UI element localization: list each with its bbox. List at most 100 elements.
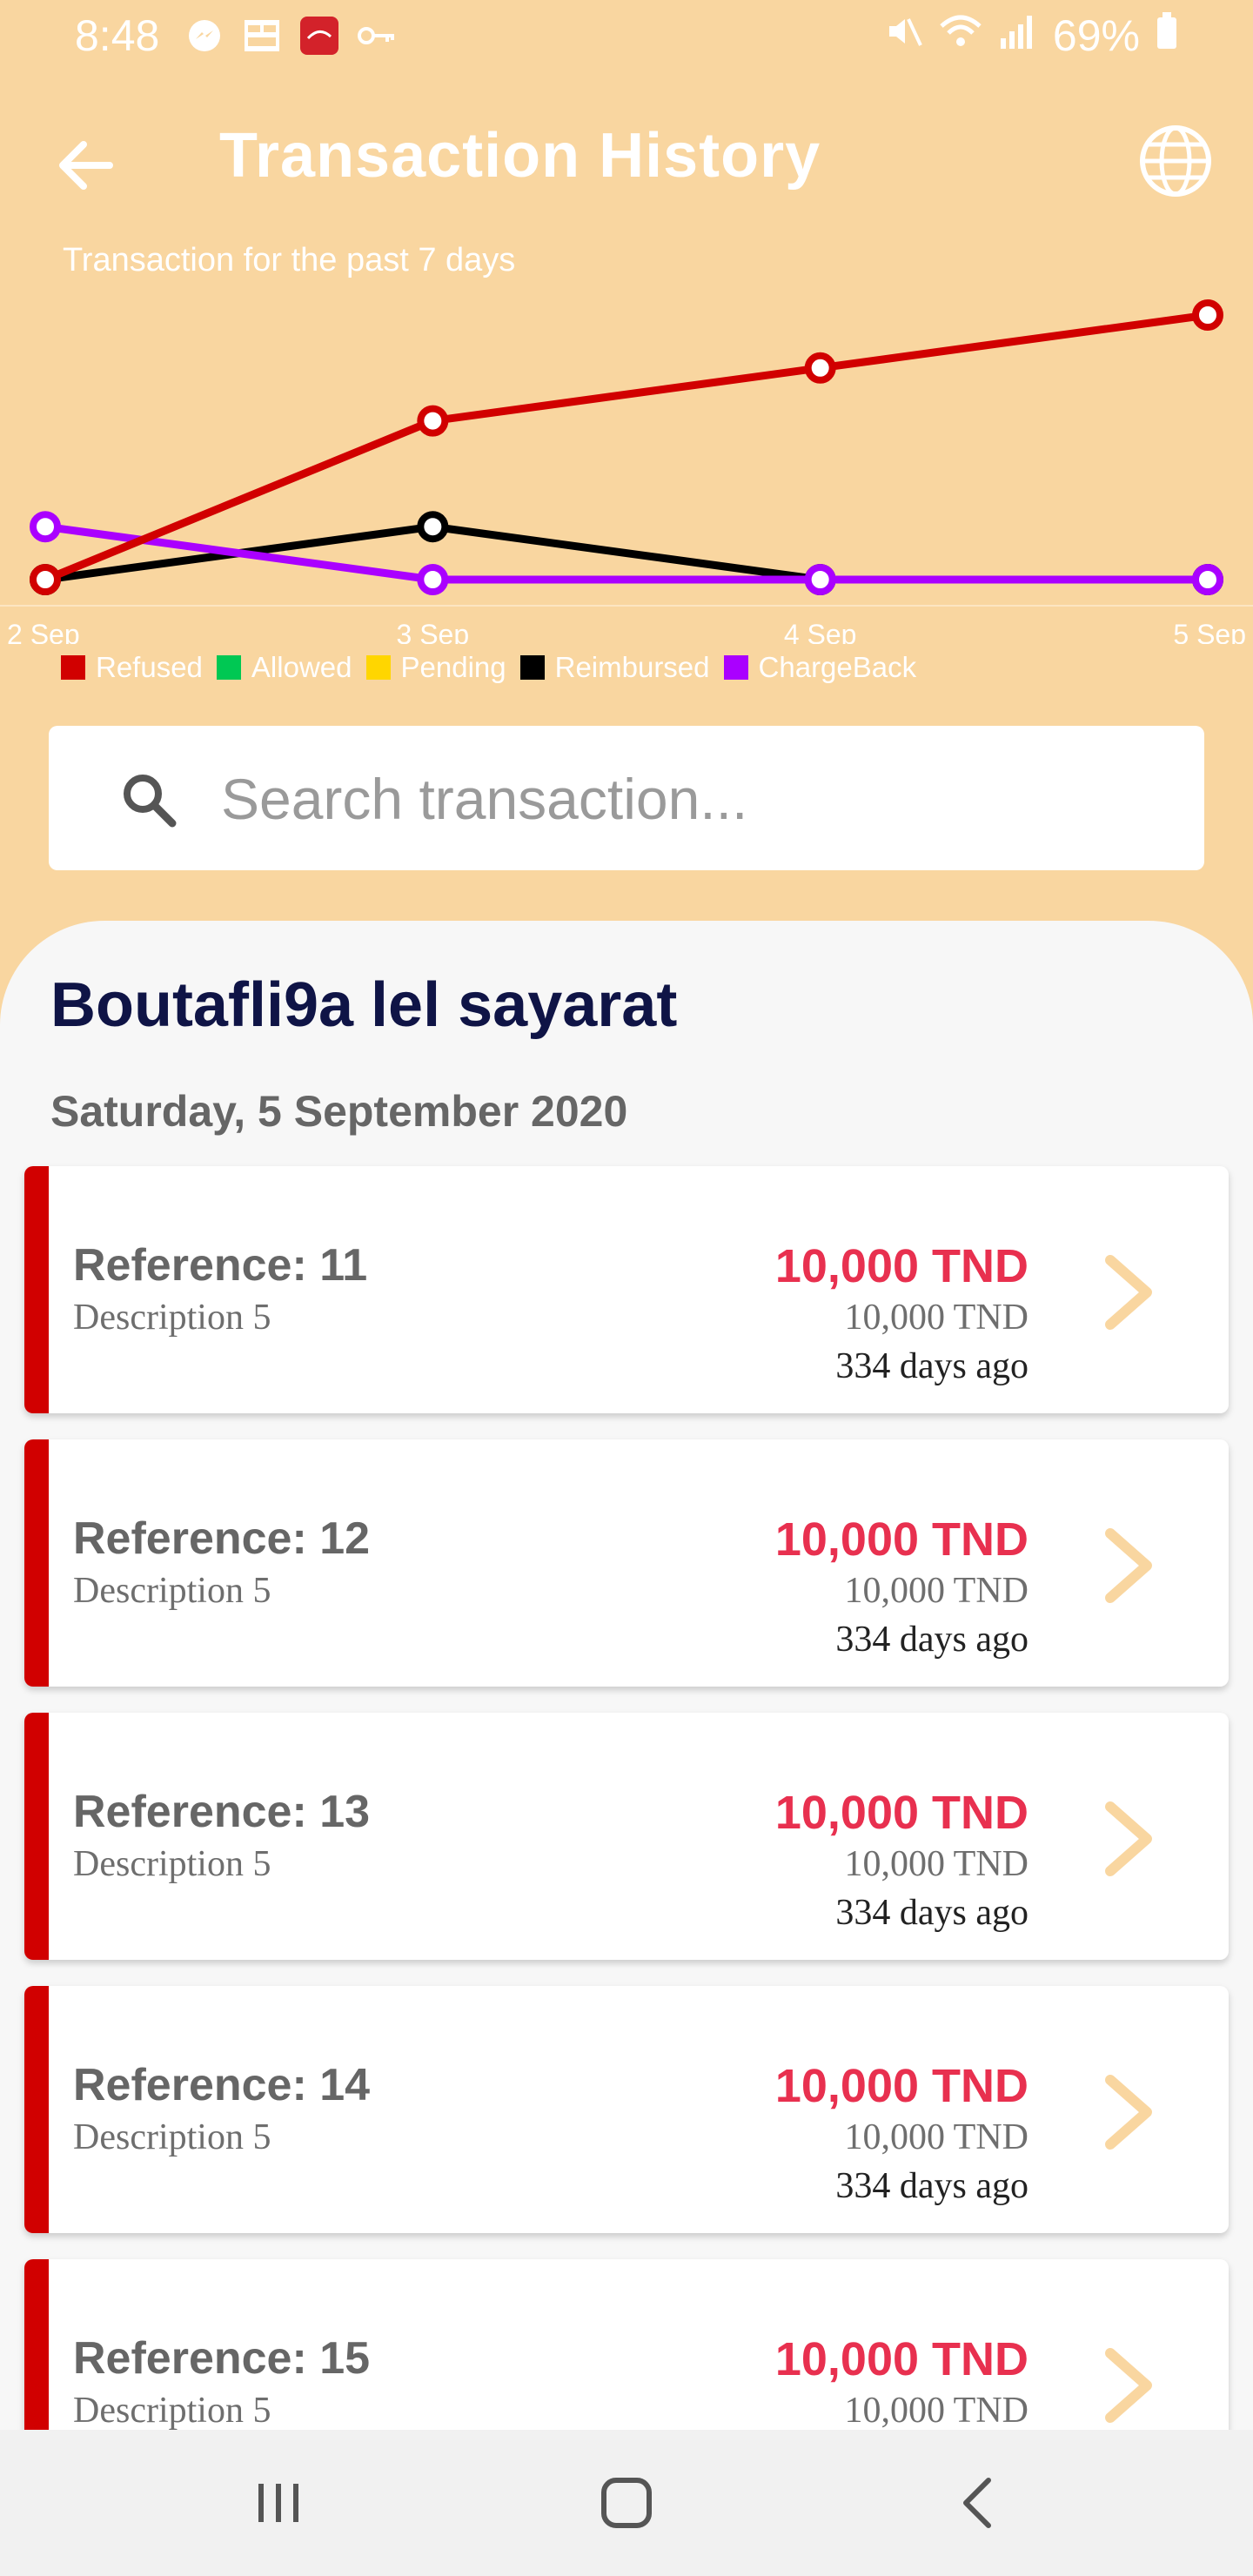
- transaction-card[interactable]: Reference: 13 Description 5 10,000 TND 1…: [24, 1713, 1229, 1960]
- data-point-refused: [30, 564, 61, 595]
- transaction-amount: 10,000 TND: [774, 2333, 1029, 2385]
- data-point-refused: [804, 352, 836, 384]
- transaction-amount: 10,000 TND: [774, 2060, 1029, 2112]
- transaction-time-ago: 334 days ago: [835, 1620, 1029, 1660]
- system-nav-bar: [0, 2430, 1253, 2576]
- arrow-left-icon: [59, 141, 113, 190]
- battery-icon: [1156, 10, 1178, 61]
- date-heading: Saturday, 5 September 2020: [50, 1087, 628, 1136]
- transaction-card[interactable]: Reference: 11 Description 5 10,000 TND 1…: [24, 1166, 1229, 1413]
- transaction-amount-secondary: 10,000 TND: [844, 1844, 1029, 1884]
- legend-swatch: [61, 655, 85, 680]
- transaction-description: Description 5: [73, 2391, 271, 2431]
- app-badge-icon: [299, 16, 339, 56]
- transaction-amount: 10,000 TND: [774, 1787, 1029, 1839]
- messenger-icon: [184, 16, 224, 56]
- language-button[interactable]: [1136, 122, 1215, 200]
- legend-item-allowed: Allowed: [216, 651, 352, 684]
- series-line-refused: [44, 311, 1209, 584]
- data-point-chargeback: [30, 511, 61, 543]
- recent-apps-icon: [258, 2484, 298, 2522]
- legend-label: Allowed: [251, 651, 352, 683]
- recent-apps-button[interactable]: [244, 2468, 313, 2538]
- status-stripe: [24, 1713, 49, 1960]
- grid-app-icon: [242, 16, 282, 56]
- x-tick-label: 4 Sep: [784, 619, 857, 644]
- back-button[interactable]: [52, 131, 122, 200]
- line-chart: 2 Sep 3 Sep 4 Sep 5 Sep: [0, 299, 1253, 644]
- x-tick-label: 2 Sep: [7, 619, 80, 644]
- transaction-reference: Reference: 15: [73, 2333, 371, 2384]
- transaction-time-ago: 334 days ago: [835, 2166, 1029, 2206]
- home-button[interactable]: [592, 2468, 661, 2538]
- transaction-chart: Transaction for the past 7 days 2 Sep 3 S…: [0, 235, 1253, 696]
- transaction-description: Description 5: [73, 2117, 271, 2157]
- search-input[interactable]: [219, 752, 1180, 846]
- merchant-name: Boutafli9a lel sayarat: [50, 970, 678, 1040]
- transaction-reference: Reference: 11: [73, 1240, 368, 1291]
- legend-swatch: [519, 655, 545, 680]
- chevron-right-icon: [1105, 2075, 1152, 2150]
- transaction-amount-secondary: 10,000 TND: [844, 2391, 1029, 2431]
- legend-item-pending: Pending: [365, 651, 506, 684]
- transaction-description: Description 5: [73, 1571, 271, 1611]
- transaction-amount-secondary: 10,000 TND: [844, 1571, 1029, 1611]
- nav-back-icon: [963, 2478, 991, 2528]
- legend-item-chargeback: ChargeBack: [723, 651, 917, 684]
- legend-item-refused: Refused: [61, 651, 203, 684]
- chevron-right-icon: [1105, 1801, 1152, 1876]
- transaction-reference: Reference: 14: [73, 2060, 371, 2110]
- data-point-refused: [417, 405, 449, 437]
- nav-back-button[interactable]: [945, 2468, 1015, 2538]
- app-bar: Transaction History: [0, 104, 1253, 218]
- x-tick-label: 5 Sep: [1173, 619, 1246, 644]
- transaction-amount-secondary: 10,000 TND: [844, 2117, 1029, 2157]
- chart-legend: Refused Allowed Pending Reimbursed ChargeBac…: [61, 651, 916, 684]
- legend-label: Refused: [96, 651, 203, 683]
- home-icon: [601, 2478, 652, 2528]
- transaction-amount: 10,000 TND: [774, 1513, 1029, 1566]
- status-bar: 8:48 69%: [0, 0, 1253, 75]
- page-title: Transaction History: [219, 121, 821, 191]
- transaction-card[interactable]: Reference: 14 Description 5 10,000 TND 1…: [24, 1986, 1229, 2233]
- mute-icon: [884, 10, 922, 61]
- wifi-icon: [938, 10, 983, 61]
- legend-swatch: [723, 655, 748, 680]
- chevron-right-icon: [1105, 1528, 1152, 1603]
- status-stripe: [24, 1439, 49, 1687]
- status-time: 8:48: [75, 11, 160, 60]
- legend-label: ChargeBack: [758, 651, 917, 683]
- data-point-chargeback: [417, 564, 449, 595]
- data-point-chargeback: [804, 564, 836, 595]
- transaction-amount: 10,000 TND: [774, 1240, 1029, 1292]
- x-tick-label: 3 Sep: [397, 619, 470, 644]
- transactions-sheet: Boutafli9a lel sayarat Saturday, 5 Septe…: [0, 921, 1253, 2576]
- key-icon: [357, 16, 397, 56]
- data-point-reimbursed: [417, 511, 449, 543]
- battery-percent: 69%: [1052, 11, 1140, 60]
- transaction-reference: Reference: 13: [73, 1787, 371, 1837]
- transaction-description: Description 5: [73, 1298, 271, 1338]
- transaction-reference: Reference: 12: [73, 1513, 371, 1564]
- legend-swatch: [365, 655, 391, 680]
- status-system-icons: 69%: [884, 10, 1178, 61]
- transaction-description: Description 5: [73, 1844, 271, 1884]
- transaction-time-ago: 334 days ago: [835, 1346, 1029, 1386]
- chevron-right-icon: [1105, 2348, 1152, 2423]
- transaction-amount-secondary: 10,000 TND: [844, 1298, 1029, 1338]
- search-bar[interactable]: [49, 726, 1204, 870]
- data-point-refused: [1192, 299, 1223, 331]
- legend-label: Pending: [400, 651, 506, 683]
- transaction-time-ago: 334 days ago: [835, 1893, 1029, 1933]
- search-icon: [124, 775, 177, 828]
- legend-item-reimbursed: Reimbursed: [519, 651, 710, 684]
- transaction-card[interactable]: Reference: 12 Description 5 10,000 TND 1…: [24, 1439, 1229, 1687]
- signal-icon: [999, 10, 1037, 61]
- status-stripe: [24, 1986, 49, 2233]
- globe-icon: [1140, 125, 1211, 197]
- legend-swatch: [216, 655, 241, 680]
- data-point-chargeback: [1192, 564, 1223, 595]
- status-notification-icons: [184, 16, 397, 56]
- chevron-right-icon: [1105, 1255, 1152, 1330]
- legend-label: Reimbursed: [554, 651, 710, 683]
